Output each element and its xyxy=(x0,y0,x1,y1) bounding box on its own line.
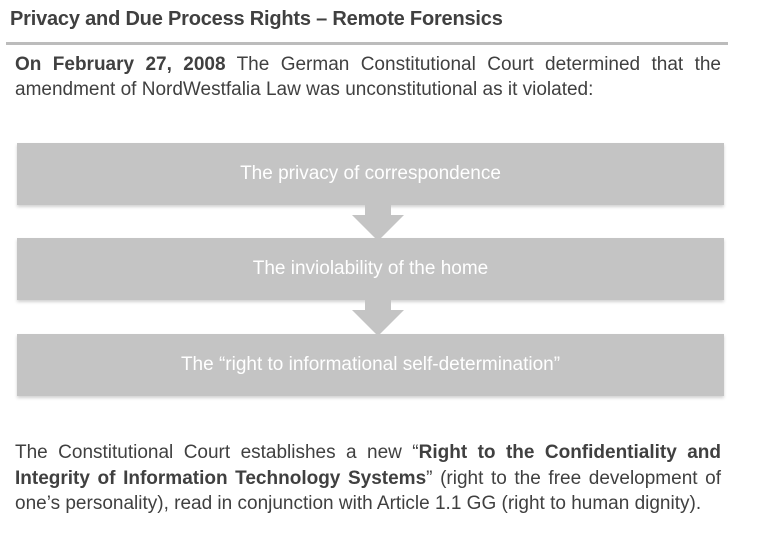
intro-date: On February 27, 2008 xyxy=(15,54,226,75)
flow-step-informational-self-determination: The “right to informational self-determi… xyxy=(17,334,724,396)
process-flow: The privacy of correspondence The inviol… xyxy=(17,143,724,399)
intro-paragraph: On February 27, 2008 The German Constitu… xyxy=(15,52,721,102)
flow-step-inviolability-of-home: The inviolability of the home xyxy=(17,238,724,300)
title-underline xyxy=(6,42,728,45)
conclusion-text-start: The Constitutional Court establishes a n… xyxy=(15,442,419,463)
flow-step-privacy-of-correspondence: The privacy of correspondence xyxy=(17,143,724,205)
conclusion-paragraph: The Constitutional Court establishes a n… xyxy=(15,440,721,517)
slide-title: Privacy and Due Process Rights – Remote … xyxy=(10,8,503,30)
down-arrow-icon xyxy=(352,215,404,241)
down-arrow-icon xyxy=(352,310,404,336)
